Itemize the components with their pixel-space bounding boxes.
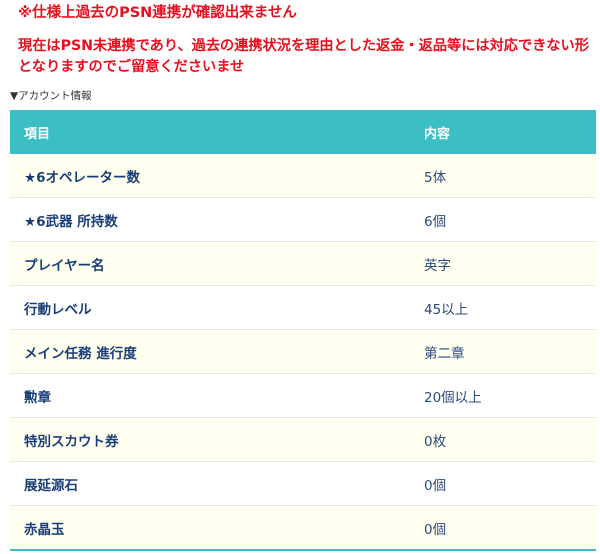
table-header-row: 項目 内容 xyxy=(10,110,596,154)
row-label: 行動レベル xyxy=(10,285,408,330)
row-label: メイン任務 進行度 xyxy=(10,329,408,374)
table-row: ★6オペレーター数 5体 xyxy=(10,154,596,198)
table-row: 赤晶玉 0個 xyxy=(10,505,596,551)
row-value: 6個 xyxy=(408,197,596,242)
row-value: 5体 xyxy=(408,154,596,198)
row-value: 20個以上 xyxy=(408,373,596,418)
header-value: 内容 xyxy=(408,110,596,154)
row-label: ★6武器 所持数 xyxy=(10,197,408,242)
table-row: 特別スカウト券 0枚 xyxy=(10,417,596,462)
table-row: 勲章 20個以上 xyxy=(10,373,596,418)
row-value: 0個 xyxy=(408,461,596,506)
row-label: ★6オペレーター数 xyxy=(10,154,408,198)
row-label: プレイヤー名 xyxy=(10,241,408,286)
row-label: 赤晶玉 xyxy=(10,505,408,551)
table-row: プレイヤー名 英字 xyxy=(10,241,596,286)
table-row: 行動レベル 45以上 xyxy=(10,285,596,330)
account-info-table: 項目 内容 ★6オペレーター数 5体 ★6武器 所持数 6個 プレイヤー名 英字… xyxy=(10,110,596,551)
account-info-section-label: ▼アカウント情報 xyxy=(10,90,92,102)
psn-notice-text: 現在はPSN未連携であり、過去の連携状況を理由とした返金・返品等には対応できない… xyxy=(18,38,589,75)
table-row: 展延源石 0個 xyxy=(10,461,596,506)
row-value: 45以上 xyxy=(408,285,596,330)
row-value: 第二章 xyxy=(408,329,596,374)
row-label: 勲章 xyxy=(10,373,408,418)
table-row: メイン任務 進行度 第二章 xyxy=(10,329,596,374)
row-value: 英字 xyxy=(408,241,596,286)
table-row: ★6武器 所持数 6個 xyxy=(10,197,596,242)
row-value: 0枚 xyxy=(408,417,596,462)
header-item: 項目 xyxy=(10,110,408,154)
row-value: 0個 xyxy=(408,505,596,551)
row-label: 特別スカウト券 xyxy=(10,417,408,462)
row-label: 展延源石 xyxy=(10,461,408,506)
psn-notice-title: ※仕様上過去のPSN連携が確認出来ません xyxy=(18,5,297,21)
